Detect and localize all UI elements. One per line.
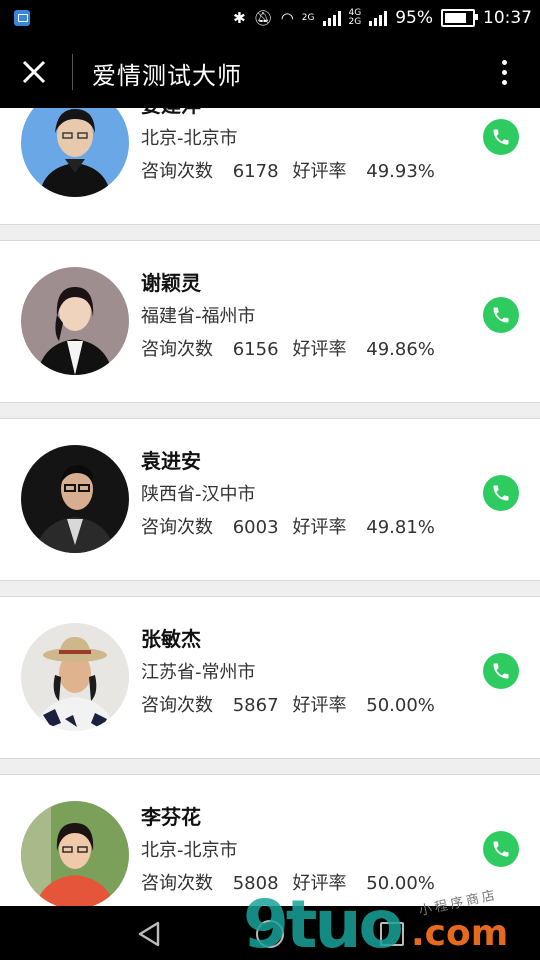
phone-icon xyxy=(493,841,509,857)
clock: 10:37 xyxy=(483,8,532,28)
title-divider xyxy=(72,54,73,90)
consultant-region: 福建省-福州市 xyxy=(141,306,256,327)
rating: 好评率 49.93% xyxy=(293,161,435,182)
consultant-card[interactable]: 李芬花 北京-北京市 咨询次数 5808 好评率 50.00% xyxy=(0,774,540,906)
rating-label: 好评率 xyxy=(292,161,347,182)
status-bar: ✱ 🔕︎ ◠ 2G 4G 2G 95% 10:37 xyxy=(0,0,540,36)
rating: 好评率 49.86% xyxy=(293,339,435,360)
consultant-card[interactable]: 张敏杰 江苏省-常州市 咨询次数 5867 好评率 50.00% xyxy=(0,596,540,759)
status-icons: ✱ 🔕︎ ◠ 2G 4G 2G 95% 10:37 xyxy=(233,0,532,36)
consultant-name: 张敏杰 xyxy=(141,627,201,651)
network-type-b: 4G 2G xyxy=(349,9,362,27)
consult-count: 咨询次数 6003 xyxy=(141,517,279,538)
call-button[interactable] xyxy=(483,119,519,155)
consult-count-value: 5867 xyxy=(232,695,279,716)
app-notification-icon xyxy=(14,10,30,26)
consult-count-label: 咨询次数 xyxy=(141,517,213,538)
wifi-icon: ◠ xyxy=(280,9,294,27)
consultant-name: 袁进安 xyxy=(141,449,201,473)
consultant-region: 北京-北京市 xyxy=(141,128,238,149)
consultant-card[interactable]: 姜建萍 北京-北京市 咨询次数 6178 好评率 49.93% xyxy=(0,108,540,225)
page-title: 爱情测试大师 xyxy=(92,62,242,90)
rating-value: 50.00% xyxy=(366,873,435,894)
consultant-stats: 咨询次数 5808 好评率 50.00% xyxy=(141,869,435,895)
rating-value: 49.93% xyxy=(366,161,435,182)
consultant-region: 北京-北京市 xyxy=(141,840,238,861)
consultant-card[interactable]: 谢颖灵 福建省-福州市 咨询次数 6156 好评率 49.86% xyxy=(0,240,540,403)
rating-label: 好评率 xyxy=(292,517,347,538)
call-button[interactable] xyxy=(483,653,519,689)
consultant-card[interactable]: 袁进安 陕西省-汉中市 咨询次数 6003 好评率 49.81% xyxy=(0,418,540,581)
rating: 好评率 50.00% xyxy=(293,873,435,894)
rating-label: 好评率 xyxy=(292,339,347,360)
silent-mode-icon: 🔕︎ xyxy=(253,9,273,27)
more-menu-button[interactable] xyxy=(488,56,520,88)
phone-icon xyxy=(493,663,509,679)
avatar xyxy=(21,108,129,197)
consultant-stats: 咨询次数 6003 好评率 49.81% xyxy=(141,513,435,539)
home-icon[interactable] xyxy=(256,920,284,948)
close-button[interactable] xyxy=(14,52,54,92)
consultant-list[interactable]: 姜建萍 北京-北京市 咨询次数 6178 好评率 49.93% xyxy=(0,108,540,906)
rating: 好评率 49.81% xyxy=(293,517,435,538)
more-dot-icon xyxy=(501,79,507,85)
avatar xyxy=(21,267,129,375)
recent-apps-icon[interactable] xyxy=(380,922,404,946)
network-type-b-bottom: 2G xyxy=(348,17,362,27)
rating-label: 好评率 xyxy=(292,695,347,716)
rating-value: 50.00% xyxy=(366,695,435,716)
avatar xyxy=(21,445,129,553)
consultant-region: 江苏省-常州市 xyxy=(141,662,256,683)
phone-icon xyxy=(493,307,509,323)
consult-count: 咨询次数 6178 xyxy=(141,161,279,182)
more-dot-icon xyxy=(501,69,507,75)
battery-icon xyxy=(441,9,478,27)
battery-fill xyxy=(445,13,466,23)
consultant-region: 陕西省-汉中市 xyxy=(141,484,256,505)
consult-count: 咨询次数 6156 xyxy=(141,339,279,360)
signal-strength-icon xyxy=(322,10,341,26)
consult-count-value: 5808 xyxy=(232,873,279,894)
signal-strength-icon-2 xyxy=(369,10,388,26)
battery-percent: 95% xyxy=(395,8,433,28)
consult-count-label: 咨询次数 xyxy=(141,161,213,182)
call-button[interactable] xyxy=(483,475,519,511)
avatar xyxy=(21,623,129,731)
bluetooth-icon: ✱ xyxy=(233,9,246,27)
navigation-bar xyxy=(0,906,540,960)
consultant-stats: 咨询次数 6178 好评率 49.93% xyxy=(141,157,435,183)
consult-count: 咨询次数 5808 xyxy=(141,873,279,894)
title-bar: 爱情测试大师 xyxy=(0,36,540,108)
close-icon xyxy=(22,60,46,84)
consult-count: 咨询次数 5867 xyxy=(141,695,279,716)
consultant-stats: 咨询次数 6156 好评率 49.86% xyxy=(141,335,435,361)
consult-count-value: 6003 xyxy=(232,517,279,538)
phone-icon xyxy=(493,485,509,501)
consultant-stats: 咨询次数 5867 好评率 50.00% xyxy=(141,691,435,717)
rating-value: 49.81% xyxy=(366,517,435,538)
avatar xyxy=(21,801,129,906)
consultant-name: 谢颖灵 xyxy=(141,271,201,295)
back-icon[interactable] xyxy=(136,920,162,948)
consult-count-value: 6178 xyxy=(232,161,279,182)
rating-label: 好评率 xyxy=(292,873,347,894)
consult-count-value: 6156 xyxy=(232,339,279,360)
more-dot-icon xyxy=(501,59,507,65)
network-type-a: 2G xyxy=(301,12,315,23)
call-button[interactable] xyxy=(483,297,519,333)
consult-count-label: 咨询次数 xyxy=(141,873,213,894)
rating-value: 49.86% xyxy=(366,339,435,360)
consultant-name: 姜建萍 xyxy=(141,108,201,118)
consultant-name: 李芬花 xyxy=(141,805,201,829)
phone-icon xyxy=(493,129,509,145)
consult-count-label: 咨询次数 xyxy=(141,695,213,716)
call-button[interactable] xyxy=(483,831,519,867)
rating: 好评率 50.00% xyxy=(293,695,435,716)
consult-count-label: 咨询次数 xyxy=(141,339,213,360)
